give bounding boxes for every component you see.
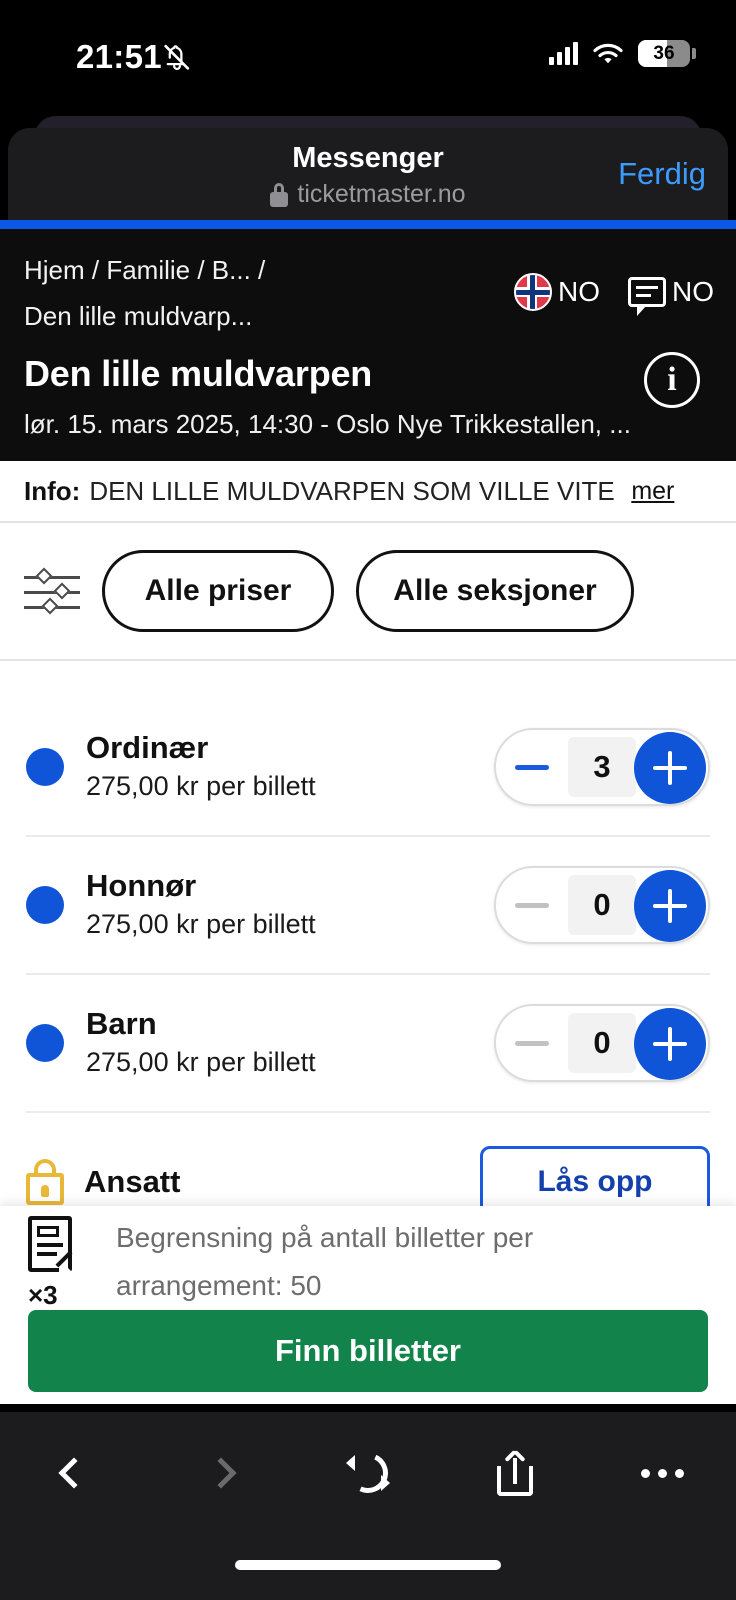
decrement-button bbox=[496, 868, 568, 942]
battery-cap bbox=[692, 48, 696, 59]
language-label: NO bbox=[672, 276, 714, 307]
battery-percent: 36 bbox=[653, 42, 675, 64]
home-indicator bbox=[235, 1560, 501, 1570]
ellipsis-icon bbox=[640, 1468, 684, 1478]
bell-slash-icon bbox=[164, 44, 190, 70]
ticket-quantity-badge: ×3 bbox=[28, 1280, 58, 1310]
filter-chip-all-sections[interactable]: Alle seksjoner bbox=[356, 550, 634, 632]
info-strip: Info: DEN LILLE MULDVARPEN SOM VILLE VIT… bbox=[0, 461, 736, 523]
ticket-name: Ordinær bbox=[86, 730, 209, 766]
table-row: Honnør 275,00 kr per billett 0 bbox=[26, 837, 710, 975]
done-button[interactable]: Ferdig bbox=[618, 156, 706, 192]
ticket-price: 275,00 kr per billett bbox=[86, 1047, 316, 1078]
find-tickets-button[interactable]: Finn billetter bbox=[28, 1310, 708, 1392]
country-selector[interactable]: NO bbox=[514, 273, 600, 311]
share-icon bbox=[497, 1450, 534, 1496]
ticket-color-dot bbox=[26, 748, 64, 786]
ticket-name: Ansatt bbox=[84, 1163, 181, 1199]
ticket-name: Honnør bbox=[86, 868, 197, 904]
increment-button[interactable] bbox=[634, 870, 706, 942]
forward-button bbox=[147, 1428, 294, 1518]
status-bar: 21:51 36 bbox=[0, 0, 736, 110]
sliders-filter-icon[interactable] bbox=[24, 562, 80, 620]
info-more-link[interactable]: mer bbox=[631, 477, 674, 506]
limit-row: ×3 Begrensning på antall billetter per a… bbox=[0, 1206, 736, 1310]
quantity-stepper[interactable]: 3 bbox=[494, 728, 710, 806]
event-header: Hjem / Familie / B... / Den lille muldva… bbox=[0, 229, 736, 461]
ticket-info: Ordinær 275,00 kr per billett bbox=[86, 729, 494, 804]
ticket-document-icon bbox=[28, 1216, 73, 1273]
chat-bubble-icon bbox=[628, 277, 666, 316]
info-text: DEN LILLE MULDVARPEN SOM VILLE VITE ... bbox=[89, 475, 620, 506]
toolbar-icons bbox=[0, 1428, 736, 1518]
ticket-info: Barn 275,00 kr per billett bbox=[86, 1005, 494, 1080]
language-selector[interactable]: NO bbox=[628, 276, 714, 316]
back-button[interactable] bbox=[0, 1428, 147, 1518]
country-label: NO bbox=[558, 276, 600, 307]
quantity-stepper[interactable]: 0 bbox=[494, 1004, 710, 1082]
ticket-type-list: Ordinær 275,00 kr per billett 3 Honnør 2… bbox=[0, 661, 736, 1206]
cellular-signal-icon bbox=[549, 41, 578, 65]
norway-flag-icon bbox=[514, 273, 552, 311]
table-row: Ordinær 275,00 kr per billett 3 bbox=[26, 699, 710, 837]
ticket-price: 275,00 kr per billett bbox=[86, 909, 316, 940]
browser-toolbar bbox=[0, 1412, 736, 1600]
ticket-info: Ansatt bbox=[84, 1163, 480, 1202]
ticket-color-dot bbox=[26, 1024, 64, 1062]
limit-text: Begrensning på antall billetter per arra… bbox=[116, 1222, 534, 1301]
increment-button[interactable] bbox=[634, 732, 706, 804]
table-row: Barn 275,00 kr per billett 0 bbox=[26, 975, 710, 1113]
unlock-button[interactable]: Lås opp bbox=[480, 1146, 710, 1206]
quantity-stepper[interactable]: 0 bbox=[494, 866, 710, 944]
quantity-value: 0 bbox=[568, 1013, 636, 1073]
quantity-value: 3 bbox=[568, 737, 636, 797]
event-meta: lør. 15. mars 2025, 14:30 - Oslo Nye Tri… bbox=[24, 409, 631, 439]
page-load-progress-bar bbox=[0, 220, 736, 229]
table-row: Ansatt Lås opp bbox=[26, 1113, 710, 1206]
decrement-button bbox=[496, 1006, 568, 1080]
more-button[interactable] bbox=[589, 1428, 736, 1518]
status-bar-indicators: 36 bbox=[549, 40, 696, 67]
lock-icon bbox=[270, 182, 289, 207]
filter-row: Alle priser Alle seksjoner bbox=[0, 523, 736, 661]
decrement-button[interactable] bbox=[496, 730, 568, 804]
info-label: Info: bbox=[24, 475, 81, 506]
in-app-browser-url: ticketmaster.no bbox=[297, 180, 466, 208]
ticket-info: Honnør 275,00 kr per billett bbox=[86, 867, 494, 942]
ticket-price: 275,00 kr per billett bbox=[86, 771, 316, 802]
ticket-color-dot bbox=[26, 886, 64, 924]
page-title: Den lille muldvarpen bbox=[24, 353, 373, 394]
wifi-icon bbox=[593, 43, 623, 63]
breadcrumb[interactable]: Hjem / Familie / B... / Den lille muldva… bbox=[24, 247, 454, 339]
share-button[interactable] bbox=[442, 1428, 589, 1518]
chevron-left-icon bbox=[58, 1457, 90, 1489]
breadcrumb-line-1[interactable]: Hjem / Familie / B... / bbox=[24, 247, 454, 293]
in-app-browser-header: Messenger ticketmaster.no Ferdig bbox=[8, 128, 728, 220]
ticket-name: Barn bbox=[86, 1006, 157, 1042]
quantity-value: 0 bbox=[568, 875, 636, 935]
chevron-right-icon bbox=[205, 1457, 237, 1489]
battery-icon: 36 bbox=[638, 40, 690, 67]
reload-button[interactable] bbox=[294, 1428, 441, 1518]
reload-icon bbox=[342, 1447, 394, 1499]
language-selectors: NO NO bbox=[514, 273, 714, 316]
sticky-footer: ×3 Begrensning på antall billetter per a… bbox=[0, 1206, 736, 1404]
filter-chip-all-prices[interactable]: Alle priser bbox=[102, 550, 334, 632]
lock-icon bbox=[26, 1159, 64, 1205]
breadcrumb-line-2[interactable]: Den lille muldvarp... bbox=[24, 293, 454, 339]
info-icon[interactable]: i bbox=[644, 352, 700, 408]
phone-screen: 21:51 36 Messenger ticketmaster.no Ferdi… bbox=[0, 0, 736, 1600]
increment-button[interactable] bbox=[634, 1008, 706, 1080]
status-bar-time: 21:51 bbox=[76, 38, 162, 75]
